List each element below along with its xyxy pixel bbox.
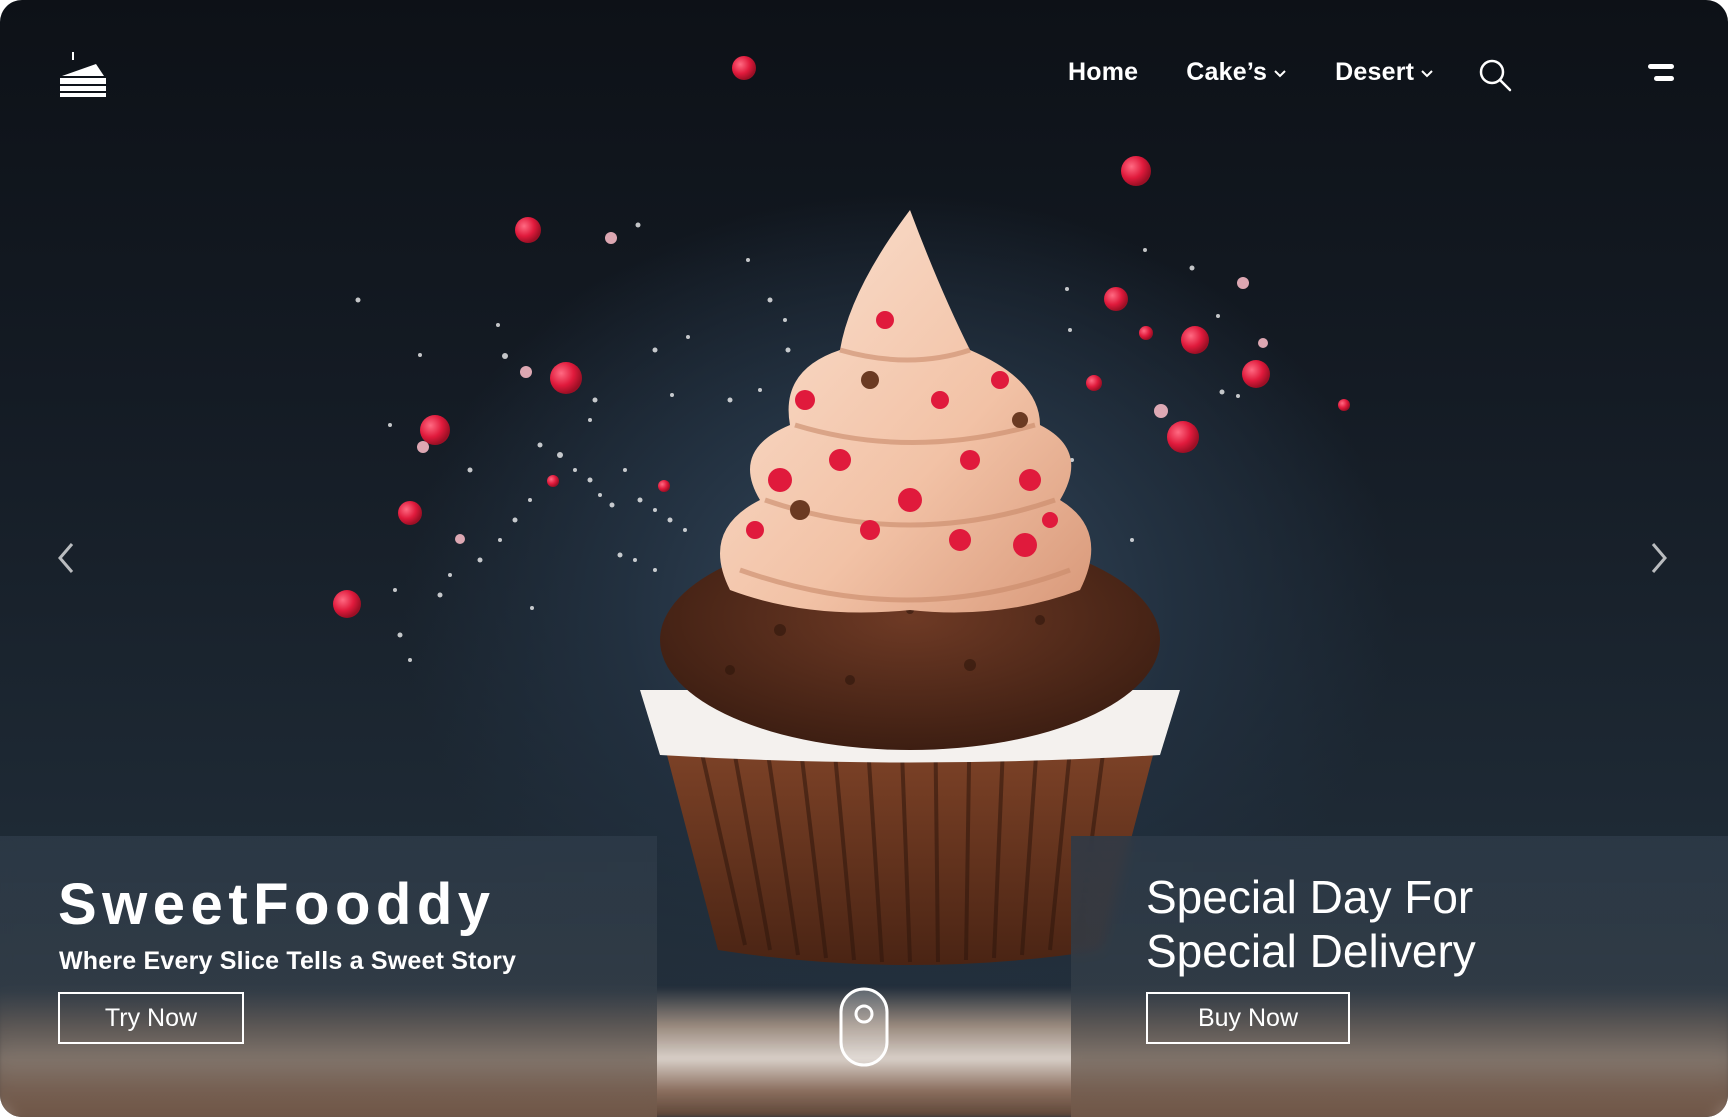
hero-section: Home Cake’s Desert SweetFooddy Where Eve… — [0, 0, 1728, 1117]
search-icon[interactable] — [1478, 58, 1512, 92]
try-now-button[interactable]: Try Now — [58, 992, 244, 1044]
menu-icon[interactable] — [1646, 62, 1676, 86]
buy-now-button[interactable]: Buy Now — [1146, 992, 1350, 1044]
nav-item-label: Home — [1068, 58, 1139, 86]
mouse-scroll-icon[interactable] — [838, 986, 890, 1068]
nav-item-desert[interactable]: Desert — [1335, 58, 1434, 87]
chevron-right-icon[interactable] — [1645, 540, 1671, 576]
chevron-down-icon — [1421, 69, 1433, 77]
chevron-down-icon — [1274, 69, 1286, 77]
brand-tagline: Where Every Slice Tells a Sweet Story — [59, 947, 517, 975]
brand-title: SweetFooddy — [58, 872, 496, 937]
promo-heading: Special Day For Special Delivery — [1146, 870, 1606, 978]
chevron-left-icon[interactable] — [54, 540, 80, 576]
nav-item-label: Cake’s — [1186, 58, 1268, 86]
cake-slice-icon[interactable] — [58, 50, 108, 100]
nav-item-home[interactable]: Home — [1068, 58, 1138, 87]
promo-heading-line1: Special Day For — [1146, 871, 1474, 923]
nav-item-cakes[interactable]: Cake’s — [1186, 58, 1287, 87]
promo-heading-line2: Special Delivery — [1146, 925, 1476, 977]
main-nav: Home Cake’s Desert — [1068, 58, 1434, 87]
nav-item-label: Desert — [1335, 58, 1415, 86]
